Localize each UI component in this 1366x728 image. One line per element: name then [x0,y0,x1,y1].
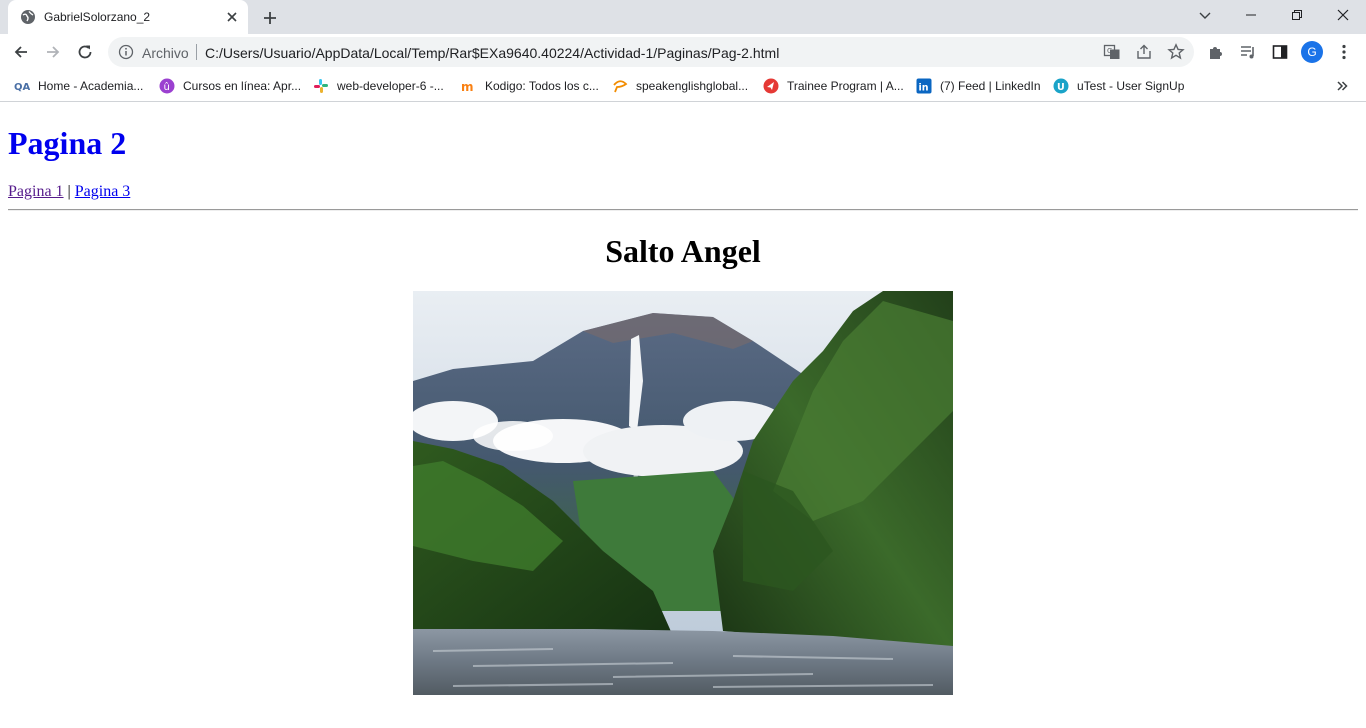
bookmark-item[interactable]: QA Home - Academia... [14,76,143,96]
bookmark-item[interactable]: Trainee Program | A... [763,76,904,96]
bookmark-label: (7) Feed | LinkedIn [940,79,1041,93]
globe-icon [21,10,35,24]
restore-button[interactable] [1274,0,1320,30]
bookmark-label: speakenglishglobal... [636,79,749,93]
section-title: Salto Angel [605,233,761,269]
tab-strip: GabrielSolorzano_2 [0,0,1366,34]
linkedin-icon: in [916,78,932,94]
forward-button[interactable] [41,40,65,64]
bookmark-label: web-developer-6 -... [337,79,444,93]
new-tab-icon[interactable] [260,8,280,28]
profile-avatar[interactable]: G [1301,41,1323,63]
back-button[interactable] [9,40,33,64]
bookmark-item[interactable]: speakenglishglobal... [612,76,748,96]
svg-text:QA: QA [14,82,30,93]
moodle-icon: m [461,78,477,94]
platzi-icon: û [159,78,175,94]
bookmark-item[interactable]: û Cursos en línea: Apr... [159,76,301,96]
bookmark-star-icon[interactable] [1167,43,1185,61]
playlist-icon [1241,46,1254,59]
bookmark-label: Kodigo: Todos los c... [485,79,599,93]
page-nav: Pagina 1 | Pagina 3 [8,183,130,201]
close-window-button[interactable] [1320,0,1366,30]
page-title: Pagina 2 [8,125,127,161]
bookmark-item[interactable]: web-developer-6 -... [313,76,444,96]
svg-text:in: in [919,83,929,94]
minimize-icon [1246,14,1256,16]
omnibox-divider [196,44,197,60]
reading-list-button[interactable] [1236,40,1260,64]
back-arrow-icon [14,46,27,58]
link-pagina-1[interactable]: Pagina 1 [8,183,64,200]
toolbar: Archivo C:/Users/Usuario/AppData/Local/T… [0,34,1366,70]
translate-icon[interactable]: G [1103,43,1121,61]
bookmark-label: uTest - User SignUp [1077,79,1185,93]
bookmark-label: Trainee Program | A... [787,79,904,93]
qa-icon: QA [14,78,30,94]
page-content: Pagina 2 Pagina 1 | Pagina 3 Salto Angel [0,103,1366,728]
scheme-label: Archivo [142,45,189,61]
more-bookmarks-icon[interactable] [1334,78,1350,94]
utest-icon: U [1053,78,1069,94]
address-bar[interactable]: Archivo C:/Users/Usuario/AppData/Local/T… [108,37,1194,67]
svg-text:G: G [1107,47,1112,55]
svg-text:m: m [461,80,474,94]
bookmark-item[interactable]: U uTest - User SignUp [1053,76,1184,96]
extensions-button[interactable] [1204,40,1228,64]
info-icon[interactable] [118,44,134,60]
kebab-menu-icon [1342,44,1346,60]
url-text[interactable]: C:/Users/Usuario/AppData/Local/Temp/Rar$… [205,45,779,61]
share-icon[interactable] [1135,43,1153,61]
tab-title: GabrielSolorzano_2 [44,10,151,24]
side-panel-icon [1272,45,1288,59]
svg-text:û: û [164,81,170,93]
bookmark-item[interactable]: m Kodigo: Todos los c... [461,76,599,96]
minimize-button[interactable] [1228,0,1274,30]
close-icon [1337,9,1349,21]
tab-search-button[interactable] [1182,0,1228,30]
trainee-icon [763,78,779,94]
bookmarks-bar: QA Home - Academia... û Cursos en línea:… [0,70,1366,102]
reload-button[interactable] [73,40,97,64]
puzzle-icon [1210,47,1222,59]
svg-text:U: U [1057,82,1065,93]
forward-arrow-icon [47,46,60,58]
chevron-down-icon [1199,12,1211,19]
link-separator: | [67,183,71,200]
horizontal-rule [8,209,1358,211]
close-tab-icon[interactable] [224,9,240,25]
bookmark-label: Cursos en línea: Apr... [183,79,302,93]
slack-icon [313,78,329,94]
restore-icon [1292,10,1302,20]
menu-button[interactable] [1332,40,1356,64]
side-panel-button[interactable] [1268,40,1292,64]
speak-icon [612,78,628,94]
bookmark-label: Home - Academia... [38,79,144,93]
angel-falls-photo [413,291,953,695]
browser-tab[interactable]: GabrielSolorzano_2 [8,0,248,34]
bookmark-item[interactable]: in (7) Feed | LinkedIn [916,76,1041,96]
link-pagina-3[interactable]: Pagina 3 [75,183,131,200]
reload-icon [78,45,92,59]
